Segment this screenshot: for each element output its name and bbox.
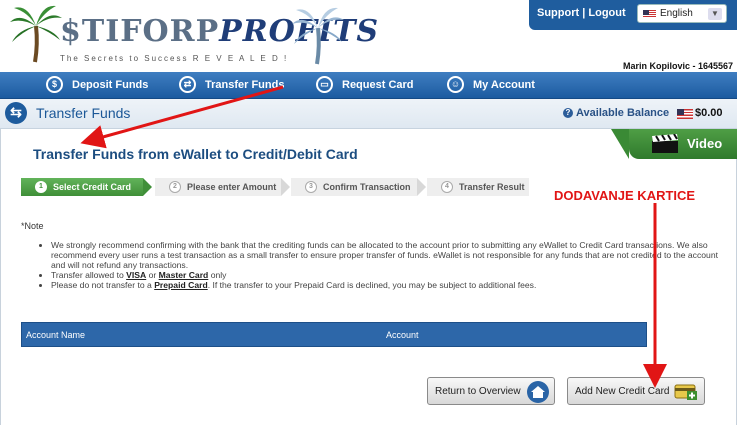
back-arrow-icon[interactable]: ⇆ — [5, 102, 27, 124]
step-enter-amount: 2 Please enter Amount — [155, 178, 281, 196]
add-card-icon — [674, 384, 697, 400]
note-item: Transfer allowed to VISA or Master Card … — [51, 270, 723, 280]
top-account-bar: Support | Logout English ▼ — [529, 0, 737, 30]
support-link[interactable]: Support — [537, 7, 579, 19]
logout-link[interactable]: Logout — [588, 7, 625, 19]
progress-steps: 1 Select Credit Card 2 Please enter Amou… — [21, 178, 529, 196]
accounts-table-header: Account Name Account — [21, 322, 647, 347]
section-heading: Transfer Funds from eWallet to Credit/De… — [33, 146, 358, 162]
palm-tree-icon — [10, 5, 62, 63]
prepaid-card-link[interactable]: Prepaid Card — [154, 280, 208, 290]
visa-text: VISA — [126, 270, 147, 280]
notes-list: We strongly recommend confirming with th… — [37, 240, 723, 290]
chevron-down-icon[interactable]: ▼ — [708, 8, 722, 20]
palm-tree-icon — [292, 7, 344, 65]
main-nav: $ Deposit Funds ⇄ Transfer Funds ▭ Reque… — [0, 72, 737, 99]
step-transfer-result: 4 Transfer Result — [427, 178, 529, 196]
top-links: Support | Logout — [537, 7, 626, 19]
nav-label: Deposit Funds — [72, 79, 149, 91]
us-flag-icon — [677, 109, 693, 119]
column-account: Account — [386, 330, 419, 340]
us-flag-icon — [643, 10, 656, 18]
note-item: Please do not transfer to a Prepaid Card… — [51, 280, 723, 290]
page-bar: ⇆ Transfer Funds ? Available Balance $0.… — [0, 99, 737, 129]
page-title: Transfer Funds — [36, 105, 131, 121]
card-icon: ▭ — [316, 76, 333, 93]
logo-tagline: The Secrets to Success R E V E A L E D ! — [60, 54, 289, 63]
video-tab[interactable]: Video — [611, 129, 737, 159]
column-account-name: Account Name — [26, 330, 86, 340]
nav-label: Request Card — [342, 79, 414, 91]
available-balance-label: Available Balance — [576, 107, 670, 119]
annotation-text: DODAVANJE KARTICE — [554, 188, 696, 203]
user-name-id: Marin Kopilovic - 1645567 — [622, 61, 733, 71]
note-item: We strongly recommend confirming with th… — [51, 240, 723, 270]
step-select-credit-card: 1 Select Credit Card — [21, 178, 143, 196]
transfer-icon: ⇄ — [179, 76, 196, 93]
add-new-credit-card-button[interactable]: Add New Credit Card — [567, 377, 705, 405]
step-separator — [417, 178, 426, 196]
home-icon — [527, 381, 549, 403]
step-confirm-transaction: 3 Confirm Transaction — [291, 178, 417, 196]
note-title: *Note — [21, 221, 44, 231]
help-icon[interactable]: ? — [563, 108, 573, 118]
dollar-icon: $ — [46, 76, 63, 93]
video-label: Video — [687, 136, 723, 151]
nav-label: Transfer Funds — [205, 79, 285, 91]
language-value: English — [660, 8, 693, 19]
header: $TIFORPPROFITS The Secrets to Success R … — [0, 0, 737, 72]
language-select[interactable]: English ▼ — [637, 4, 727, 23]
step-separator — [143, 178, 152, 196]
main-content: Transfer Funds from eWallet to Credit/De… — [0, 129, 737, 425]
link-separator: | — [582, 7, 586, 19]
return-to-overview-button[interactable]: Return to Overview — [427, 377, 555, 405]
clapperboard-icon — [652, 134, 678, 153]
master-card-text: Master Card — [158, 270, 209, 280]
nav-label: My Account — [473, 79, 535, 91]
logo[interactable]: $TIFORPPROFITS The Secrets to Success R … — [8, 4, 378, 68]
user-icon: ☺ — [447, 76, 464, 93]
balance-value: $0.00 — [695, 107, 723, 119]
step-separator — [281, 178, 290, 196]
